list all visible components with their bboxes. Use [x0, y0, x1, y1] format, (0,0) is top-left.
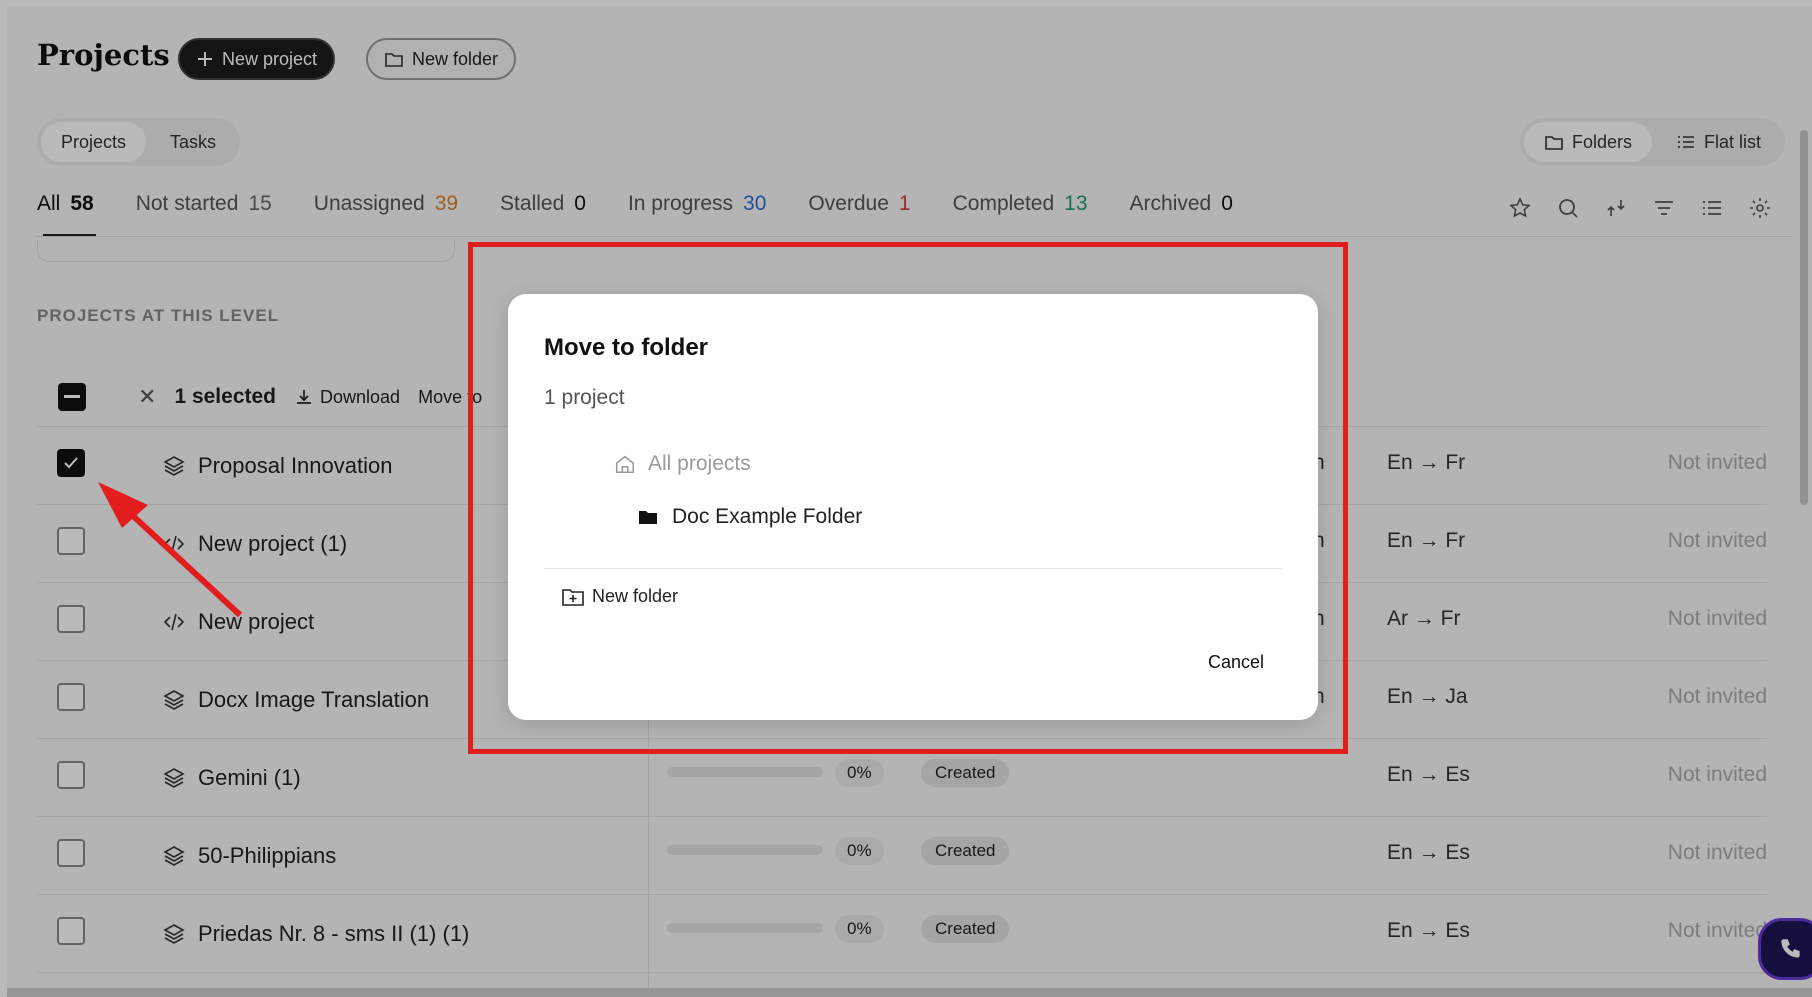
- annotation-highlight-box: [468, 242, 1348, 754]
